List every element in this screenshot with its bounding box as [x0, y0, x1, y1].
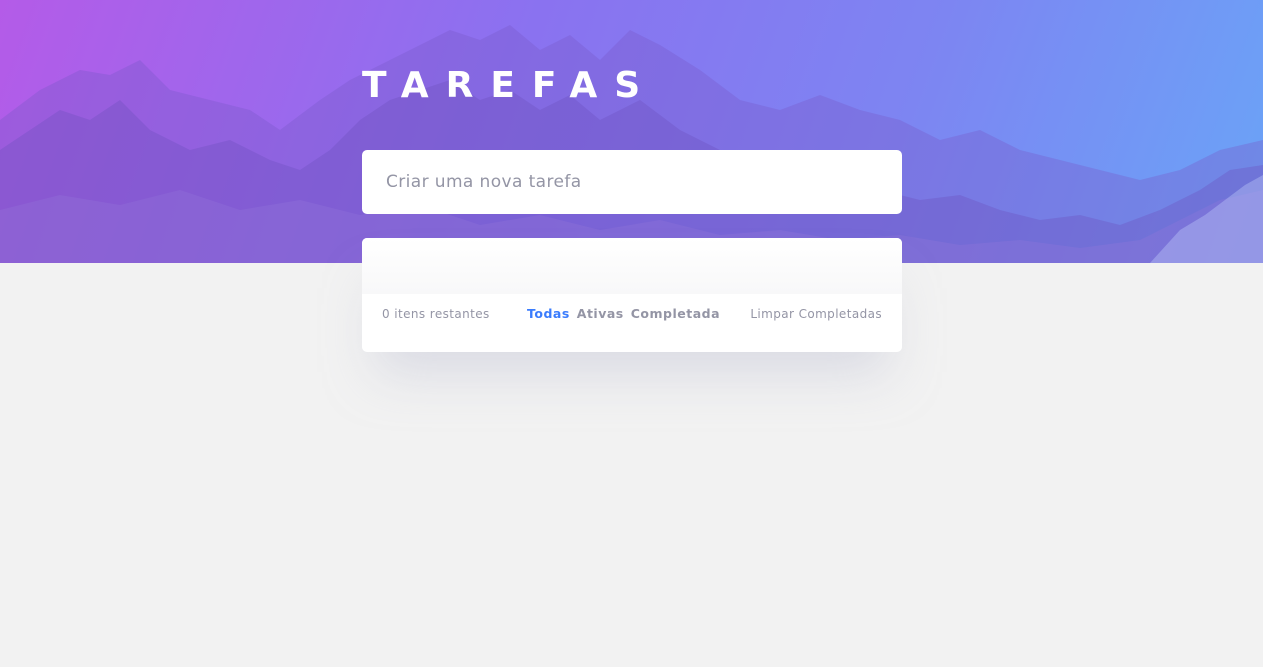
page-title: TAREFAS — [362, 65, 658, 106]
header-background — [0, 0, 1263, 263]
filter-active-button[interactable]: Ativas — [577, 306, 624, 321]
mountains-background-image — [0, 25, 1263, 263]
new-task-input[interactable] — [362, 150, 902, 214]
items-left-count: 0 itens restantes — [382, 307, 490, 321]
todo-list-card: 0 itens restantes Todas Ativas Completad… — [362, 238, 902, 352]
filter-all-button[interactable]: Todas — [527, 306, 570, 321]
list-footer: 0 itens restantes Todas Ativas Completad… — [362, 294, 902, 334]
empty-list-area — [362, 238, 902, 294]
filter-completed-button[interactable]: Completada — [631, 306, 720, 321]
new-task-box — [362, 150, 902, 214]
filter-group: Todas Ativas Completada — [527, 306, 720, 321]
clear-completed-button[interactable]: Limpar Completadas — [750, 307, 882, 321]
